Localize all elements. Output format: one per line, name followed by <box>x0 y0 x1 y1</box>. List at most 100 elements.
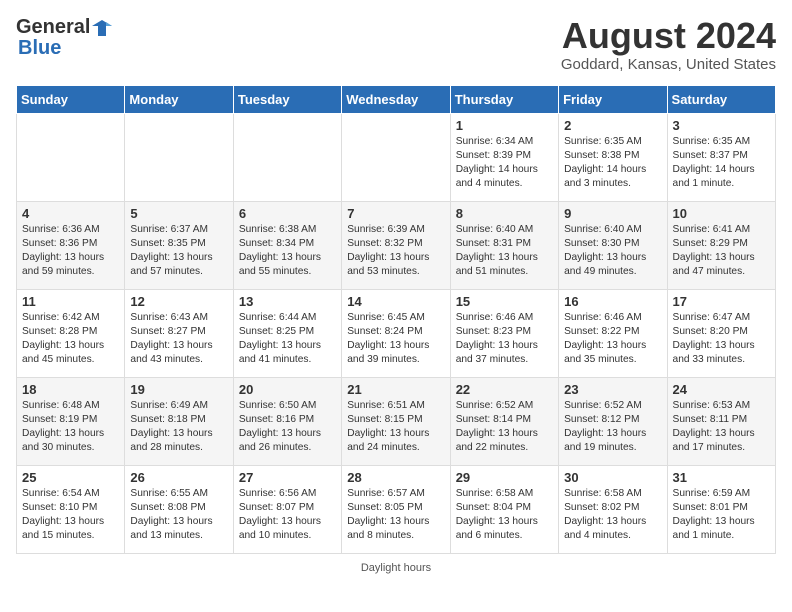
day-info: Sunrise: 6:38 AM Sunset: 8:34 PM Dayligh… <box>239 223 336 280</box>
calendar-cell: 30 Sunrise: 6:58 AM Sunset: 8:02 PM Dayli… <box>559 465 667 553</box>
calendar-cell: 15 Sunrise: 6:46 AM Sunset: 8:23 PM Dayli… <box>450 289 558 377</box>
day-number: 14 <box>347 294 444 309</box>
calendar-cell: 10 Sunrise: 6:41 AM Sunset: 8:29 PM Dayli… <box>667 201 775 289</box>
calendar-cell: 5 Sunrise: 6:37 AM Sunset: 8:35 PM Daylig… <box>125 201 233 289</box>
logo-general-text: General <box>16 16 90 39</box>
calendar-cell: 20Sunrise: 6:50 AM Sunset: 8:16 PM Dayli… <box>233 377 341 465</box>
calendar-week-5: 25 Sunrise: 6:54 AM Sunset: 8:10 PM Dayli… <box>17 465 776 553</box>
calendar-cell: 17 Sunrise: 6:47 AM Sunset: 8:20 PM Dayli… <box>667 289 775 377</box>
day-info: Sunrise: 6:46 AM Sunset: 8:22 PM Dayligh… <box>564 311 661 368</box>
weekday-header-sunday: Sunday <box>17 85 125 113</box>
calendar-cell: 4Sunrise: 6:36 AM Sunset: 8:36 PM Daylig… <box>17 201 125 289</box>
day-info: Sunrise: 6:58 AM Sunset: 8:02 PM Dayligh… <box>564 487 661 544</box>
day-number: 23 <box>564 382 661 397</box>
day-number: 28 <box>347 470 444 485</box>
day-number: 26 <box>130 470 227 485</box>
logo: General Blue <box>16 16 112 60</box>
calendar-cell: 11 Sunrise: 6:42 AM Sunset: 8:28 PM Dayli… <box>17 289 125 377</box>
calendar-cell: 13 Sunrise: 6:44 AM Sunset: 8:25 PM Dayli… <box>233 289 341 377</box>
calendar-week-4: 18 Sunrise: 6:48 AM Sunset: 8:19 PM Dayli… <box>17 377 776 465</box>
calendar-cell: 7 Sunrise: 6:39 AM Sunset: 8:32 PM Daylig… <box>342 201 450 289</box>
day-number: 8 <box>456 206 553 221</box>
weekday-header-wednesday: Wednesday <box>342 85 450 113</box>
day-number: 9 <box>564 206 661 221</box>
day-number: 18 <box>22 382 119 397</box>
day-number: 6 <box>239 206 336 221</box>
day-number: 21 <box>347 382 444 397</box>
day-info: Sunrise: 6:40 AM Sunset: 8:31 PM Dayligh… <box>456 223 553 280</box>
logo-blue-text: Blue <box>18 37 61 60</box>
calendar-cell: 12Sunrise: 6:43 AM Sunset: 8:27 PM Dayli… <box>125 289 233 377</box>
day-info: Sunrise: 6:37 AM Sunset: 8:35 PM Dayligh… <box>130 223 227 280</box>
day-info: Sunrise: 6:45 AM Sunset: 8:24 PM Dayligh… <box>347 311 444 368</box>
location-text: Goddard, Kansas, United States <box>561 56 776 73</box>
footer: Daylight hours <box>16 562 776 574</box>
calendar-cell: 8 Sunrise: 6:40 AM Sunset: 8:31 PM Daylig… <box>450 201 558 289</box>
calendar-cell: 23 Sunrise: 6:52 AM Sunset: 8:12 PM Dayli… <box>559 377 667 465</box>
day-info: Sunrise: 6:56 AM Sunset: 8:07 PM Dayligh… <box>239 487 336 544</box>
calendar-cell: 9 Sunrise: 6:40 AM Sunset: 8:30 PM Daylig… <box>559 201 667 289</box>
calendar-cell <box>17 113 125 201</box>
calendar-cell: 16 Sunrise: 6:46 AM Sunset: 8:22 PM Dayli… <box>559 289 667 377</box>
calendar-cell: 25 Sunrise: 6:54 AM Sunset: 8:10 PM Dayli… <box>17 465 125 553</box>
weekday-header-monday: Monday <box>125 85 233 113</box>
day-number: 5 <box>130 206 227 221</box>
day-number: 17 <box>673 294 770 309</box>
day-info: Sunrise: 6:41 AM Sunset: 8:29 PM Dayligh… <box>673 223 770 280</box>
day-number: 25 <box>22 470 119 485</box>
calendar-cell: 1Sunrise: 6:34 AM Sunset: 8:39 PM Daylig… <box>450 113 558 201</box>
day-info: Sunrise: 6:40 AM Sunset: 8:30 PM Dayligh… <box>564 223 661 280</box>
month-title: August 2024 <box>561 16 776 56</box>
day-info: Sunrise: 6:44 AM Sunset: 8:25 PM Dayligh… <box>239 311 336 368</box>
day-info: Sunrise: 6:59 AM Sunset: 8:01 PM Dayligh… <box>673 487 770 544</box>
calendar-cell <box>342 113 450 201</box>
calendar-cell: 24Sunrise: 6:53 AM Sunset: 8:11 PM Dayli… <box>667 377 775 465</box>
day-number: 20 <box>239 382 336 397</box>
day-info: Sunrise: 6:55 AM Sunset: 8:08 PM Dayligh… <box>130 487 227 544</box>
day-number: 2 <box>564 118 661 133</box>
day-info: Sunrise: 6:57 AM Sunset: 8:05 PM Dayligh… <box>347 487 444 544</box>
day-number: 29 <box>456 470 553 485</box>
day-info: Sunrise: 6:35 AM Sunset: 8:37 PM Dayligh… <box>673 135 770 192</box>
day-number: 27 <box>239 470 336 485</box>
day-info: Sunrise: 6:52 AM Sunset: 8:14 PM Dayligh… <box>456 399 553 456</box>
calendar-cell: 6 Sunrise: 6:38 AM Sunset: 8:34 PM Daylig… <box>233 201 341 289</box>
day-info: Sunrise: 6:34 AM Sunset: 8:39 PM Dayligh… <box>456 135 553 192</box>
day-number: 15 <box>456 294 553 309</box>
day-info: Sunrise: 6:46 AM Sunset: 8:23 PM Dayligh… <box>456 311 553 368</box>
calendar-cell: 31Sunrise: 6:59 AM Sunset: 8:01 PM Dayli… <box>667 465 775 553</box>
calendar-cell <box>125 113 233 201</box>
calendar-cell: 2Sunrise: 6:35 AM Sunset: 8:38 PM Daylig… <box>559 113 667 201</box>
day-number: 30 <box>564 470 661 485</box>
calendar-cell: 29Sunrise: 6:58 AM Sunset: 8:04 PM Dayli… <box>450 465 558 553</box>
day-number: 22 <box>456 382 553 397</box>
calendar-cell: 21Sunrise: 6:51 AM Sunset: 8:15 PM Dayli… <box>342 377 450 465</box>
day-info: Sunrise: 6:42 AM Sunset: 8:28 PM Dayligh… <box>22 311 119 368</box>
day-info: Sunrise: 6:36 AM Sunset: 8:36 PM Dayligh… <box>22 223 119 280</box>
day-number: 13 <box>239 294 336 309</box>
calendar-table: SundayMondayTuesdayWednesdayThursdayFrid… <box>16 85 776 554</box>
weekday-header-tuesday: Tuesday <box>233 85 341 113</box>
day-info: Sunrise: 6:54 AM Sunset: 8:10 PM Dayligh… <box>22 487 119 544</box>
day-number: 3 <box>673 118 770 133</box>
day-number: 10 <box>673 206 770 221</box>
calendar-cell: 19Sunrise: 6:49 AM Sunset: 8:18 PM Dayli… <box>125 377 233 465</box>
calendar-cell: 3 Sunrise: 6:35 AM Sunset: 8:37 PM Daylig… <box>667 113 775 201</box>
day-info: Sunrise: 6:52 AM Sunset: 8:12 PM Dayligh… <box>564 399 661 456</box>
weekday-header-thursday: Thursday <box>450 85 558 113</box>
day-info: Sunrise: 6:48 AM Sunset: 8:19 PM Dayligh… <box>22 399 119 456</box>
day-number: 11 <box>22 294 119 309</box>
daylight-hours-label: Daylight hours <box>361 562 431 574</box>
weekday-header-row: SundayMondayTuesdayWednesdayThursdayFrid… <box>17 85 776 113</box>
page-header: General Blue August 2024 Goddard, Kansas… <box>16 16 776 73</box>
calendar-cell: 26 Sunrise: 6:55 AM Sunset: 8:08 PM Dayli… <box>125 465 233 553</box>
day-info: Sunrise: 6:47 AM Sunset: 8:20 PM Dayligh… <box>673 311 770 368</box>
weekday-header-friday: Friday <box>559 85 667 113</box>
day-number: 16 <box>564 294 661 309</box>
day-number: 7 <box>347 206 444 221</box>
calendar-cell: 22 Sunrise: 6:52 AM Sunset: 8:14 PM Dayli… <box>450 377 558 465</box>
calendar-cell: 27 Sunrise: 6:56 AM Sunset: 8:07 PM Dayli… <box>233 465 341 553</box>
day-info: Sunrise: 6:39 AM Sunset: 8:32 PM Dayligh… <box>347 223 444 280</box>
title-block: August 2024 Goddard, Kansas, United Stat… <box>561 16 776 73</box>
calendar-cell: 14 Sunrise: 6:45 AM Sunset: 8:24 PM Dayli… <box>342 289 450 377</box>
